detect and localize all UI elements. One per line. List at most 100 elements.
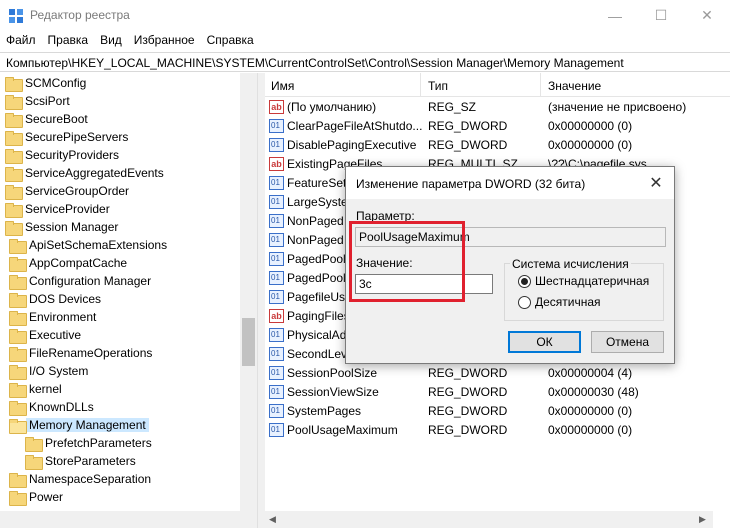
value-row[interactable]: SystemPages REG_DWORD 0x00000000 (0) (265, 402, 730, 421)
address-bar[interactable]: Компьютер\HKEY_LOCAL_MACHINE\SYSTEM\Curr… (0, 52, 730, 72)
tree-item[interactable]: SecureBoot (5, 110, 88, 128)
value-name: SecondLev (287, 347, 348, 361)
tree-vertical-scrollbar[interactable] (240, 73, 257, 528)
value-name: PagefileUsa (287, 290, 352, 304)
number-base-legend: Система исчисления (510, 257, 631, 271)
decimal-radio[interactable] (518, 296, 531, 309)
value-row[interactable]: DisablePagingExecutive REG_DWORD 0x0000000… (265, 136, 730, 155)
tree-item-label: SecurePipeServers (25, 130, 129, 144)
cancel-button[interactable]: Отмена (591, 331, 664, 353)
tree-item[interactable]: ApiSetSchemaExtensions (9, 236, 167, 254)
binary-value-icon (269, 423, 284, 437)
tree-item[interactable]: ScsiPort (5, 92, 70, 110)
folder-icon (9, 400, 27, 416)
tree-item[interactable]: Memory Management (9, 416, 149, 434)
hex-radio[interactable] (518, 275, 531, 288)
ok-button[interactable]: ОК (508, 331, 581, 353)
column-header-name[interactable]: Имя (271, 79, 294, 93)
tree-item-label: SCMConfig (25, 76, 87, 90)
menu-edit[interactable]: Правка (42, 31, 95, 51)
value-row[interactable]: ClearPageFileAtShutdo... REG_DWORD 0x00000… (265, 117, 730, 136)
value-row[interactable]: PoolUsageMaximum REG_DWORD 0x00000000 (0) (265, 421, 730, 440)
string-value-icon: ab (269, 309, 284, 323)
tree-item-label: Power (29, 490, 64, 504)
tree-item[interactable]: AppCompatCache (9, 254, 127, 272)
folder-open-icon (9, 418, 27, 434)
minimize-button[interactable]: — (592, 0, 638, 31)
tree-horizontal-scrollbar[interactable] (0, 511, 240, 528)
binary-value-icon (269, 233, 284, 247)
value-name: FeatureSett (287, 176, 350, 190)
tree-scroll-thumb[interactable] (242, 318, 255, 366)
value-row[interactable]: ab (По умолчанию) REG_SZ (значение не присв… (265, 98, 730, 117)
tree-item[interactable]: Power (9, 488, 63, 506)
menu-favorites[interactable]: Избранное (128, 31, 201, 51)
tree-item[interactable]: SCMConfig (5, 74, 86, 92)
scroll-left-icon[interactable]: ◀ (269, 514, 276, 525)
tree-item[interactable]: Environment (9, 308, 96, 326)
tree-item[interactable]: NamespaceSeparation (9, 470, 151, 488)
menu-help[interactable]: Справка (201, 31, 260, 51)
tree-item[interactable]: StoreParameters (25, 452, 136, 470)
tree-item[interactable]: ServiceGroupOrder (5, 182, 129, 200)
value-row[interactable]: SessionPoolSize REG_DWORD 0x00000004 (4) (265, 364, 730, 383)
number-base-group (504, 263, 664, 321)
binary-value-icon (269, 176, 284, 190)
tree-item[interactable]: I/O System (9, 362, 88, 380)
value-type: REG_DWORD (428, 423, 508, 437)
column-separator[interactable] (540, 73, 541, 97)
tree-item[interactable]: Session Manager (5, 218, 118, 236)
tree-item[interactable]: PrefetchParameters (25, 434, 152, 452)
tree-item[interactable]: SecurePipeServers (5, 128, 128, 146)
string-value-icon: ab (269, 100, 284, 114)
hex-radio-label[interactable]: Шестнадцатеричная (535, 274, 649, 288)
tree-item[interactable]: SecurityProviders (5, 146, 119, 164)
column-separator[interactable] (420, 73, 421, 97)
binary-value-icon (269, 328, 284, 342)
scroll-right-icon[interactable]: ▶ (699, 514, 706, 525)
value-name: SystemPages (287, 404, 362, 418)
value-data: 0x00000004 (4) (548, 366, 633, 380)
maximize-button[interactable]: ☐ (638, 0, 684, 31)
tree-item-label: PrefetchParameters (45, 436, 152, 450)
value-data: (значение не присвоено) (548, 100, 687, 114)
folder-icon (9, 328, 27, 344)
dialog-close-icon[interactable]: ✕ (646, 173, 666, 193)
tree-item[interactable]: ServiceAggregatedEvents (5, 164, 164, 182)
tree-item-label: Environment (29, 310, 97, 324)
column-header-value[interactable]: Значение (548, 79, 601, 93)
tree-item-label: StoreParameters (45, 454, 136, 468)
folder-icon (9, 346, 27, 362)
binary-value-icon (269, 404, 284, 418)
registry-editor-icon (9, 9, 23, 23)
tree-item[interactable]: KnownDLLs (9, 398, 94, 416)
folder-icon (9, 472, 27, 488)
folder-icon (5, 166, 23, 182)
decimal-radio-label[interactable]: Десятичная (535, 295, 601, 309)
tree-item[interactable]: Configuration Manager (9, 272, 151, 290)
value-row[interactable]: SessionViewSize REG_DWORD 0x00000030 (48) (265, 383, 730, 402)
value-type: REG_DWORD (428, 404, 508, 418)
value-data: 0x00000000 (0) (548, 119, 633, 133)
menu-file[interactable]: Файл (0, 31, 42, 51)
menu-view[interactable]: Вид (94, 31, 128, 51)
tree-item[interactable]: kernel (9, 380, 62, 398)
binary-value-icon (269, 195, 284, 209)
column-header-type[interactable]: Тип (428, 79, 448, 93)
tree-item-label: Session Manager (25, 220, 119, 234)
highlight-annotation (349, 221, 465, 302)
tree-item[interactable]: Executive (9, 326, 81, 344)
pane-splitter[interactable] (258, 73, 265, 528)
tree-item-label: Memory Management (26, 418, 149, 432)
tree-item-label: ServiceGroupOrder (25, 184, 130, 198)
value-name: PagedPool (287, 271, 346, 285)
close-button[interactable]: ✕ (684, 0, 730, 31)
tree-item-label: ServiceProvider (25, 202, 110, 216)
tree-item[interactable]: ServiceProvider (5, 200, 110, 218)
value-name: NonPaged (287, 214, 344, 228)
value-name: NonPaged (287, 233, 344, 247)
list-horizontal-scrollbar[interactable]: ◀ ▶ (265, 511, 713, 528)
tree-item[interactable]: FileRenameOperations (9, 344, 152, 362)
dialog-title-bar: Изменение параметра DWORD (32 бита) ✕ (346, 167, 674, 199)
tree-item[interactable]: DOS Devices (9, 290, 101, 308)
